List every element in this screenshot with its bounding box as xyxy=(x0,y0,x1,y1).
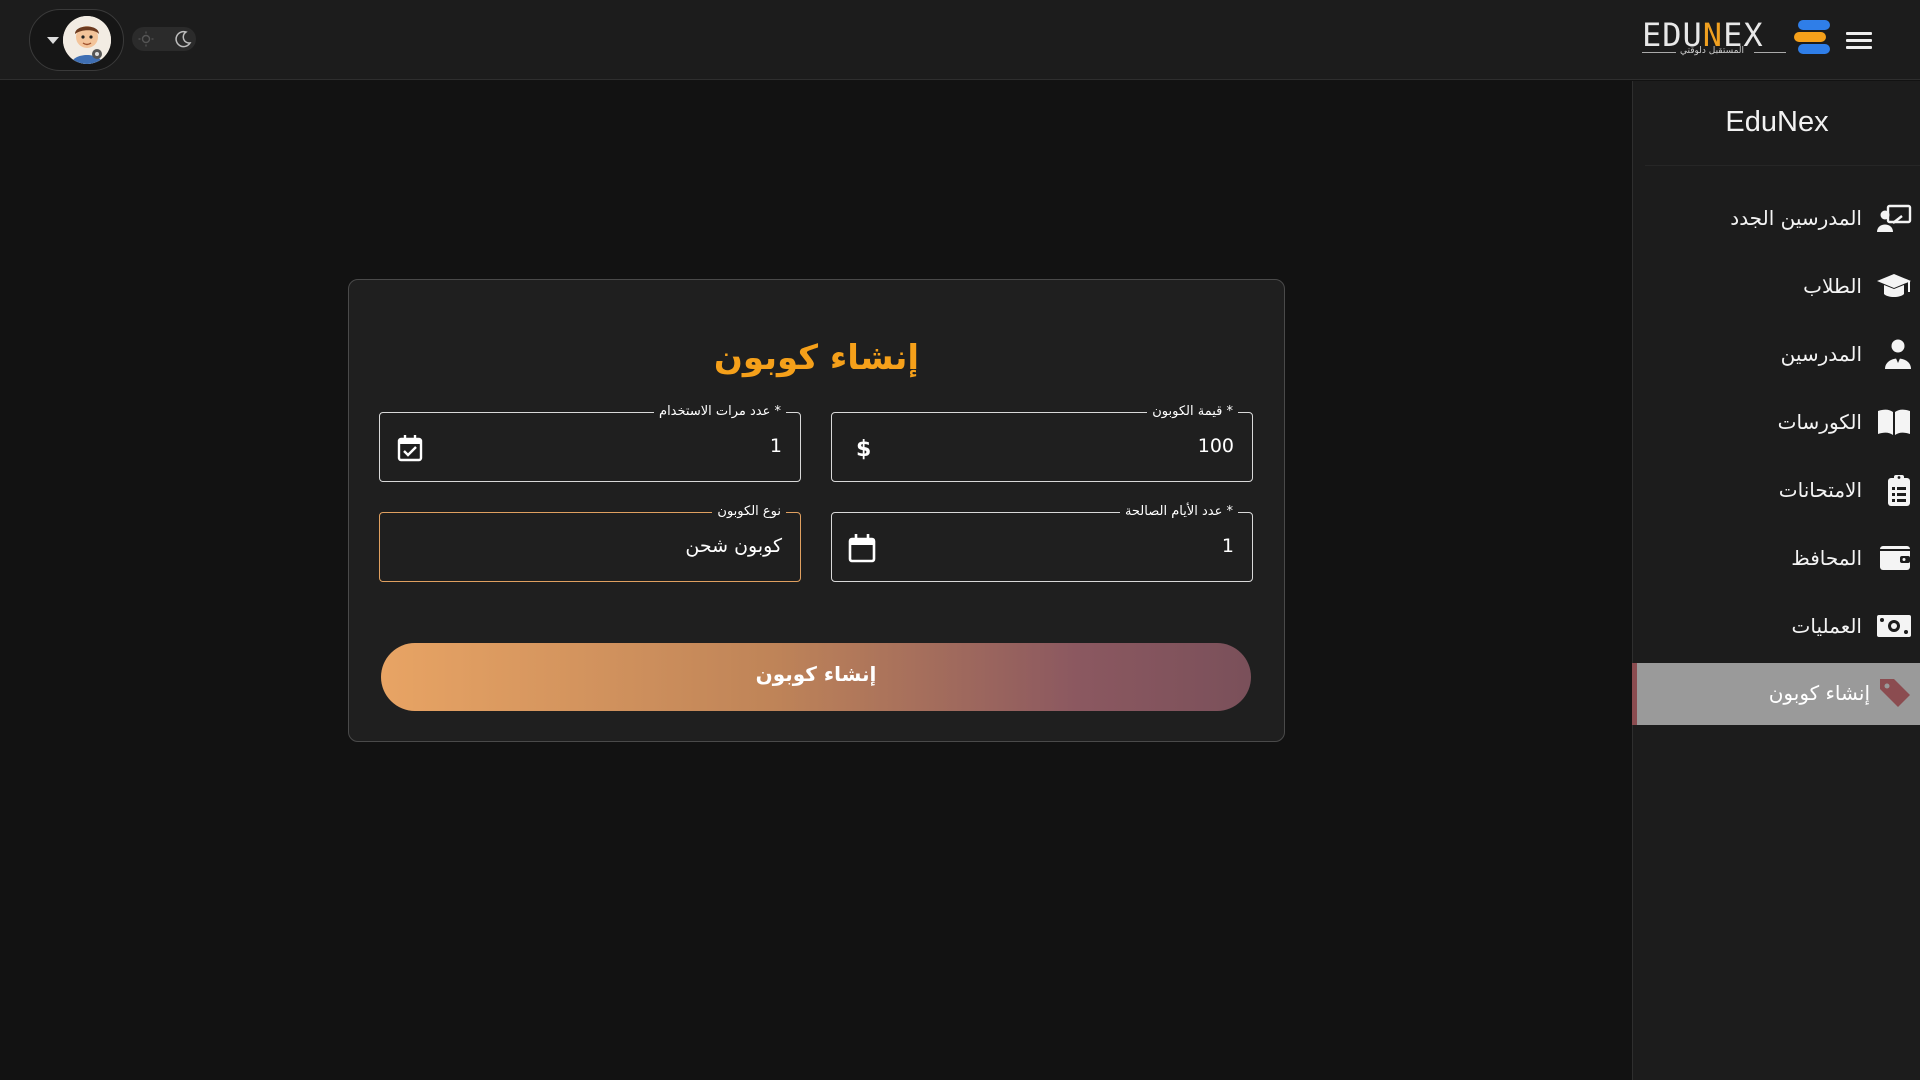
calendar-check-icon xyxy=(397,435,423,462)
coupon-type-value: كوبون شحن xyxy=(685,535,782,557)
sidebar-item-label: إنشاء كوبون xyxy=(1768,681,1870,705)
divider xyxy=(1645,165,1920,166)
coupon-value-field[interactable]: قيمة الكوبون * 100 $ xyxy=(831,404,1253,482)
sidebar-item-new-teachers[interactable]: المدرسين الجدد xyxy=(1632,188,1920,250)
coupon-type-label: نوع الكوبون xyxy=(712,504,786,519)
sun-icon xyxy=(138,31,154,47)
sidebar-item-label: الامتحانات xyxy=(1778,478,1862,502)
valid-days-field[interactable]: عدد الأيام الصالحة * 1 xyxy=(831,504,1253,582)
book-icon xyxy=(1878,409,1910,435)
teacher-icon xyxy=(1885,339,1911,369)
valid-days-input[interactable]: 1 xyxy=(1222,535,1234,557)
sidebar-item-wallets[interactable]: المحافظ xyxy=(1632,528,1920,590)
tag-icon xyxy=(1880,679,1910,707)
sidebar-item-teachers[interactable]: المدرسين xyxy=(1632,324,1920,386)
coupon-value-label: قيمة الكوبون * xyxy=(1147,404,1238,419)
create-coupon-card: إنشاء كوبون قيمة الكوبون * 100 $ عدد مرا… xyxy=(348,279,1285,742)
logo-mark-icon xyxy=(1794,20,1830,54)
calendar-icon xyxy=(848,534,876,563)
money-icon xyxy=(1877,615,1911,637)
sidebar-item-label: المحافظ xyxy=(1791,546,1862,570)
edunex-logo[interactable]: EDUNEX المستقبل دلوقتي xyxy=(1642,16,1832,60)
create-coupon-button-label: إنشاء كوبون xyxy=(755,662,877,686)
sidebar-item-create-coupon[interactable]: إنشاء كوبون xyxy=(1632,663,1920,725)
coupon-value-input[interactable]: 100 xyxy=(1198,435,1234,457)
sidebar-item-label: المدرسين الجدد xyxy=(1730,206,1862,230)
dollar-icon: $ xyxy=(856,437,871,462)
usage-count-label: عدد مرات الاستخدام * xyxy=(654,404,786,419)
sidebar-title: EduNex xyxy=(1725,106,1829,138)
sidebar-item-exams[interactable]: الامتحانات xyxy=(1632,460,1920,522)
valid-days-label: عدد الأيام الصالحة * xyxy=(1119,504,1238,519)
sidebar-item-label: الطلاب xyxy=(1803,274,1862,298)
coupon-type-select[interactable]: نوع الكوبون كوبون شحن xyxy=(379,504,801,582)
usage-count-field[interactable]: عدد مرات الاستخدام * 1 xyxy=(379,404,801,482)
wallet-icon xyxy=(1880,546,1910,570)
create-coupon-button[interactable]: إنشاء كوبون xyxy=(381,643,1251,711)
hamburger-menu-icon[interactable] xyxy=(1846,32,1872,52)
sidebar-item-label: المدرسين xyxy=(1780,342,1862,366)
sidebar-item-transactions[interactable]: العمليات xyxy=(1632,596,1920,658)
chevron-down-icon xyxy=(47,37,59,44)
svg-text:$: $ xyxy=(856,437,871,462)
moon-icon xyxy=(175,30,192,48)
logo-tagline: المستقبل دلوقتي xyxy=(1680,46,1745,56)
clipboard-icon xyxy=(1888,475,1910,506)
sidebar-item-label: العمليات xyxy=(1791,614,1862,638)
usage-count-input[interactable]: 1 xyxy=(770,435,782,457)
sidebar-item-label: الكورسات xyxy=(1777,410,1862,434)
graduation-cap-icon xyxy=(1877,274,1911,297)
avatar xyxy=(63,16,111,64)
user-menu-button[interactable] xyxy=(29,9,124,71)
top-header: EDUNEX المستقبل دلوقتي xyxy=(0,0,1920,80)
page-title: إنشاء كوبون xyxy=(713,338,920,378)
sidebar: EduNex المدرسين الجدد الطلاب المدرسين ال… xyxy=(1632,81,1920,1080)
sidebar-item-students[interactable]: الطلاب xyxy=(1632,256,1920,318)
theme-toggle[interactable] xyxy=(132,27,196,51)
new-teachers-icon xyxy=(1877,204,1912,232)
sidebar-item-courses[interactable]: الكورسات xyxy=(1632,392,1920,454)
